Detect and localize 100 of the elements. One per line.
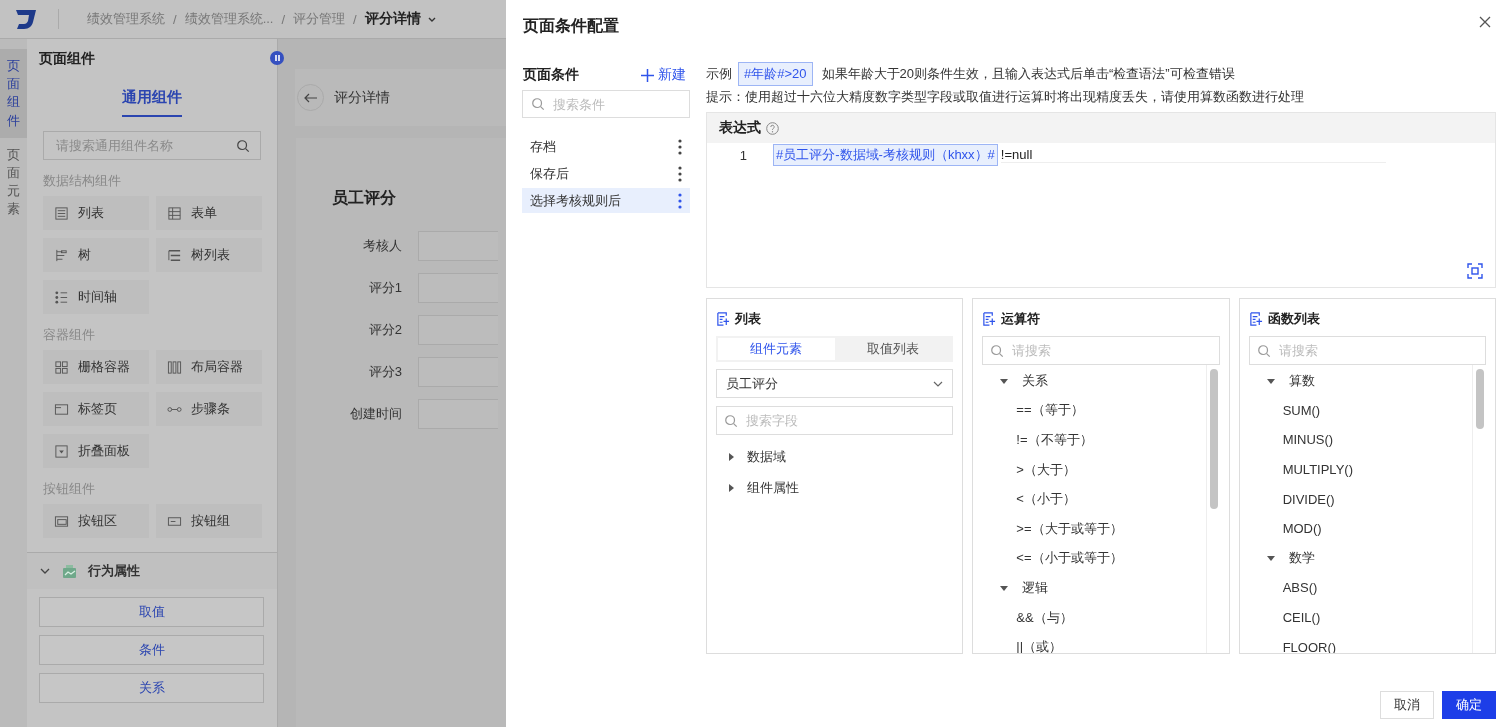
- hint-text: 提示：使用超过十六位大精度数字类型字段或取值进行运算时将出现精度丢失，请使用算数函数进行处理: [706, 88, 1305, 106]
- condition-label: 保存后: [530, 164, 569, 183]
- more-icon[interactable]: [678, 192, 682, 209]
- close-button[interactable]: [1478, 15, 1492, 29]
- search-icon: [990, 343, 1005, 358]
- component-item[interactable]: 折叠面板: [43, 434, 149, 468]
- scrollbar[interactable]: [1472, 365, 1486, 653]
- group-title: 容器组件: [43, 326, 96, 344]
- condition-item[interactable]: 保存后: [522, 161, 690, 186]
- fullscreen-icon[interactable]: [1467, 263, 1483, 279]
- tab[interactable]: 组件元素: [718, 338, 835, 360]
- behavior-button[interactable]: 条件: [39, 635, 264, 665]
- panel-title: 函数列表: [1267, 310, 1320, 328]
- behavior-button[interactable]: 关系: [39, 673, 264, 703]
- close-icon: [1478, 15, 1492, 29]
- columns-icon: [167, 359, 182, 375]
- panel-tab[interactable]: 通用组件: [122, 88, 182, 117]
- list-item[interactable]: >（大于）: [982, 454, 1206, 485]
- panel-title: 列表: [735, 310, 761, 328]
- section-title: 页面条件: [523, 66, 579, 84]
- list-item[interactable]: <=（小于或等于）: [982, 543, 1206, 574]
- list-item[interactable]: MINUS(): [1248, 425, 1472, 455]
- side-tab[interactable]: 页面组件: [0, 49, 27, 138]
- search-icon: [236, 138, 250, 153]
- code-text: !=null: [1000, 147, 1386, 163]
- behavior-button[interactable]: 取值: [39, 597, 264, 627]
- table-icon: [167, 205, 182, 221]
- list-item[interactable]: MOD(): [1248, 513, 1472, 544]
- component-item[interactable]: 按钮区: [43, 504, 149, 538]
- line-number: 1: [738, 147, 748, 163]
- tab-icon: [54, 401, 69, 417]
- component-item[interactable]: 列表: [43, 196, 149, 230]
- more-icon[interactable]: [678, 165, 682, 182]
- list-item[interactable]: CEIL(): [1248, 602, 1472, 633]
- tree-node[interactable]: 逻辑: [982, 573, 1206, 603]
- list-item[interactable]: SUM(): [1248, 395, 1472, 426]
- button-area-icon: [54, 513, 69, 529]
- condition-item[interactable]: 存档: [522, 134, 690, 159]
- scrollbar[interactable]: [1205, 365, 1220, 653]
- help-icon: [766, 121, 779, 135]
- tree-node[interactable]: 算数: [1248, 366, 1472, 396]
- component-item[interactable]: 按钮组: [156, 504, 262, 538]
- component-item[interactable]: 时间轴: [43, 280, 149, 314]
- section-header[interactable]: 行为属性: [27, 552, 277, 589]
- search-icon: [724, 413, 738, 428]
- example-label: 示例: [706, 65, 732, 83]
- dropdown[interactable]: 员工评分: [716, 369, 954, 398]
- grid-icon: [54, 359, 69, 375]
- tree-node[interactable]: 组件属性: [707, 472, 963, 503]
- breadcrumb-separator: /: [173, 11, 177, 27]
- page-title: 评分详情: [334, 88, 390, 107]
- list-item[interactable]: MULTIPLY(): [1248, 454, 1472, 485]
- tree-node[interactable]: 关系: [982, 366, 1206, 396]
- breadcrumb-current: 评分详情: [364, 10, 421, 28]
- field-label: 评分1: [367, 279, 403, 297]
- field-label: 评分2: [367, 321, 403, 339]
- more-icon[interactable]: [678, 138, 682, 155]
- field-label: 创建时间: [349, 405, 403, 423]
- tree-node[interactable]: 数学: [1248, 543, 1472, 574]
- field-label: 考核人: [362, 237, 403, 255]
- search-icon: [1256, 343, 1271, 358]
- list-item[interactable]: &&（与）: [982, 602, 1206, 633]
- tree-icon: [54, 247, 69, 263]
- confirm-button[interactable]: 确定: [1442, 691, 1496, 719]
- code-editor[interactable]: 表达式 1 #员工评分-数据域-考核规则（khxx）# !=null: [706, 112, 1496, 288]
- tree-list-icon: [167, 247, 182, 263]
- component-item[interactable]: 标签页: [43, 392, 149, 426]
- component-item[interactable]: 树: [43, 238, 149, 272]
- list-item[interactable]: >=（大于或等于）: [982, 513, 1206, 544]
- dropdown-value: 员工评分: [726, 374, 778, 393]
- group-title: 按钮组件: [43, 480, 96, 498]
- component-item[interactable]: 树列表: [156, 238, 262, 272]
- field-token: #员工评分-数据域-考核规则（khxx）#: [773, 144, 998, 166]
- group-title: 数据结构组件: [43, 172, 122, 190]
- new-button[interactable]: 新建: [641, 66, 690, 84]
- component-item[interactable]: 步骤条: [156, 392, 262, 426]
- tab[interactable]: 取值列表: [834, 338, 952, 360]
- section-title: 行为属性: [88, 562, 140, 580]
- plus-icon: [641, 68, 654, 82]
- list-icon: [716, 312, 730, 326]
- list-item[interactable]: ==（等于）: [982, 395, 1206, 426]
- list-item[interactable]: !=（不等于）: [982, 425, 1206, 455]
- list-item[interactable]: DIVIDE(): [1248, 484, 1472, 514]
- condition-label: 选择考核规则后: [530, 191, 621, 210]
- panel-title: 运算符: [1001, 310, 1041, 328]
- list-item[interactable]: <（小于）: [982, 484, 1206, 514]
- back-button[interactable]: [297, 84, 324, 111]
- tree-node[interactable]: 数据域: [707, 441, 963, 472]
- chart-icon: [61, 562, 78, 580]
- field-label: 评分3: [367, 363, 403, 381]
- condition-item[interactable]: 选择考核规则后: [522, 188, 690, 213]
- component-item[interactable]: 表单: [156, 196, 262, 230]
- breadcrumb-separator: /: [281, 11, 286, 27]
- search-icon: [531, 97, 545, 111]
- component-item[interactable]: 布局容器: [156, 350, 262, 384]
- list-item[interactable]: ABS(): [1248, 573, 1472, 603]
- list-icon: [982, 312, 997, 326]
- list-item[interactable]: ||（或）: [982, 632, 1206, 653]
- cancel-button[interactable]: 取消: [1380, 691, 1434, 719]
- component-item[interactable]: 栅格容器: [43, 350, 149, 384]
